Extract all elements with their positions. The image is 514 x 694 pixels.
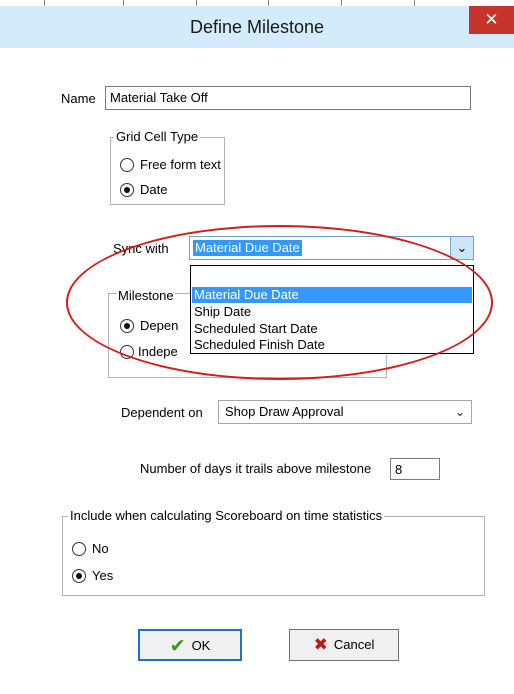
ok-button[interactable]: ✔ OK xyxy=(138,629,242,661)
scoreboard-group: Include when calculating Scoreboard on t… xyxy=(62,508,485,596)
trail-days-value: 8 xyxy=(395,462,403,477)
title-bar[interactable]: Define Milestone ✕ xyxy=(0,6,514,48)
radio-date[interactable] xyxy=(120,183,134,197)
ok-button-label: OK xyxy=(191,638,211,653)
no-label: No xyxy=(92,541,109,556)
sync-with-value: Material Due Date xyxy=(193,240,302,256)
dialog-title: Define Milestone xyxy=(189,17,325,37)
sync-with-label: Sync with xyxy=(113,241,169,256)
trail-days-input[interactable]: 8 xyxy=(390,458,440,480)
x-icon: ✖ xyxy=(313,635,328,654)
grid-cell-type-legend: Grid Cell Type xyxy=(114,129,201,144)
milestone-legend: Milestone xyxy=(117,288,175,303)
radio-dependent[interactable] xyxy=(120,319,134,333)
name-label: Name xyxy=(61,91,96,106)
scoreboard-legend: Include when calculating Scoreboard on t… xyxy=(68,508,385,523)
chevron-down-icon[interactable]: ⌄ xyxy=(450,237,473,259)
cancel-button[interactable]: ✖ Cancel xyxy=(289,629,399,661)
cancel-button-label: Cancel xyxy=(333,637,375,652)
dropdown-item-scheduled-start-date[interactable]: Scheduled Start Date xyxy=(192,321,472,337)
dropdown-item-material-due-date[interactable]: Material Due Date xyxy=(192,287,472,303)
radio-free-form-text[interactable] xyxy=(120,158,134,172)
free-form-text-label: Free form text xyxy=(140,157,221,172)
yes-label: Yes xyxy=(92,568,114,583)
radio-yes[interactable] xyxy=(72,569,86,583)
close-icon: ✕ xyxy=(484,10,499,29)
sync-with-dropdown-list: Material Due Date Ship Date Scheduled St… xyxy=(190,265,474,354)
dependent-label: Depen xyxy=(140,318,179,333)
dialog-body: Name Material Take Off Grid Cell Type Fr… xyxy=(0,48,514,694)
trail-days-label: Number of days it trails above milestone xyxy=(140,461,372,476)
sync-with-combobox[interactable]: Material Due Date ⌄ xyxy=(189,236,474,260)
chevron-down-icon[interactable]: ⌄ xyxy=(449,401,471,423)
name-input-value: Material Take Off xyxy=(110,90,208,105)
name-input[interactable]: Material Take Off xyxy=(105,86,471,110)
dependent-on-label: Dependent on xyxy=(121,405,203,420)
define-milestone-dialog: Define Milestone ✕ Name Material Take Of… xyxy=(0,0,514,694)
close-button[interactable]: ✕ xyxy=(469,6,514,34)
dependent-on-value: Shop Draw Approval xyxy=(225,404,344,419)
independent-label: Indepe xyxy=(138,344,178,359)
dropdown-item-scheduled-finish-date[interactable]: Scheduled Finish Date xyxy=(192,337,472,353)
radio-no[interactable] xyxy=(72,542,86,556)
dropdown-item-ship-date[interactable]: Ship Date xyxy=(192,304,472,320)
dependent-on-combobox[interactable]: Shop Draw Approval ⌄ xyxy=(218,400,472,424)
radio-independent[interactable] xyxy=(120,345,134,359)
date-label: Date xyxy=(140,182,168,197)
check-icon: ✔ xyxy=(169,636,186,657)
